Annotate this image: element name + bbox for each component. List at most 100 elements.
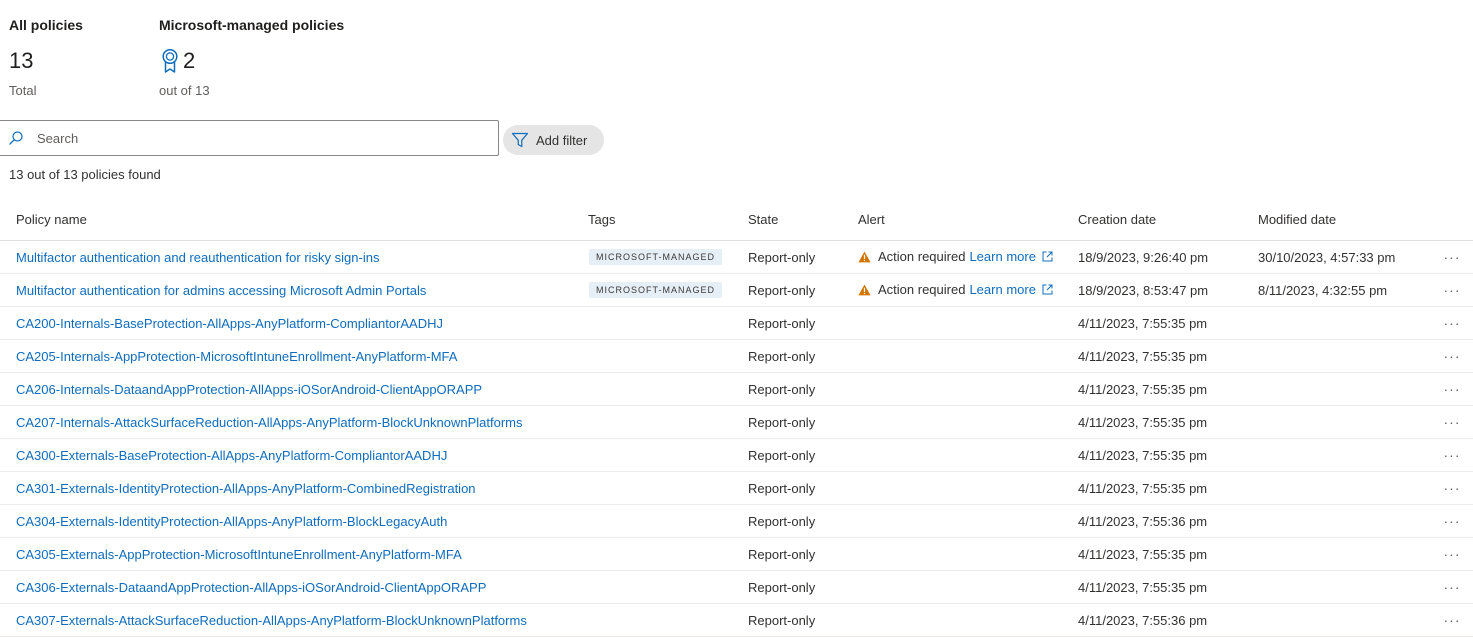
- more-options-icon[interactable]: ···: [1440, 542, 1464, 566]
- policy-name-link[interactable]: CA305-Externals-AppProtection-MicrosoftI…: [16, 547, 462, 562]
- policy-state: Report-only: [748, 481, 816, 496]
- column-header-creation-date[interactable]: Creation date: [1078, 212, 1156, 227]
- policy-state: Report-only: [748, 382, 816, 397]
- more-options-icon[interactable]: ···: [1440, 278, 1464, 302]
- policy-name-link[interactable]: CA300-Externals-BaseProtection-AllApps-A…: [16, 448, 447, 463]
- more-options-icon[interactable]: ···: [1440, 344, 1464, 368]
- modified-date: 30/10/2023, 4:57:33 pm: [1258, 250, 1396, 265]
- creation-date: 4/11/2023, 7:55:36 pm: [1078, 514, 1208, 529]
- more-options-icon[interactable]: ···: [1440, 311, 1464, 335]
- policy-name-link[interactable]: CA307-Externals-AttackSurfaceReduction-A…: [16, 613, 527, 628]
- add-filter-button[interactable]: Add filter: [503, 125, 604, 155]
- policy-name-link[interactable]: CA306-Externals-DataandAppProtection-All…: [16, 580, 486, 595]
- result-count: 13 out of 13 policies found: [9, 167, 161, 182]
- ribbon-badge-icon: [162, 48, 178, 73]
- all-policies-count-row: 13: [9, 47, 33, 75]
- policy-name-link[interactable]: CA205-Internals-AppProtection-MicrosoftI…: [16, 349, 457, 364]
- policy-name-link[interactable]: CA200-Internals-BaseProtection-AllApps-A…: [16, 316, 443, 331]
- modified-date: 8/11/2023, 4:32:55 pm: [1258, 283, 1388, 298]
- creation-date: 4/11/2023, 7:55:35 pm: [1078, 547, 1208, 562]
- policy-state: Report-only: [748, 415, 816, 430]
- creation-date: 4/11/2023, 7:55:35 pm: [1078, 349, 1208, 364]
- more-options-icon[interactable]: ···: [1440, 608, 1464, 632]
- filter-icon: [511, 132, 529, 148]
- table-row[interactable]: CA300-Externals-BaseProtection-AllApps-A…: [0, 439, 1473, 472]
- table-row[interactable]: CA207-Internals-AttackSurfaceReduction-A…: [0, 406, 1473, 439]
- table-row[interactable]: CA301-Externals-IdentityProtection-AllAp…: [0, 472, 1473, 505]
- managed-policies-count: 2: [183, 48, 196, 73]
- table-row[interactable]: CA306-Externals-DataandAppProtection-All…: [0, 571, 1473, 604]
- learn-more-label: Learn more: [969, 249, 1036, 264]
- managed-policies-count-row: 2: [159, 47, 195, 75]
- policy-name-link[interactable]: CA301-Externals-IdentityProtection-AllAp…: [16, 481, 476, 496]
- table-row[interactable]: Multifactor authentication and reauthent…: [0, 241, 1473, 274]
- table-row[interactable]: CA305-Externals-AppProtection-MicrosoftI…: [0, 538, 1473, 571]
- policy-name-link[interactable]: CA206-Internals-DataandAppProtection-All…: [16, 382, 482, 397]
- microsoft-managed-tag: MICROSOFT-MANAGED: [589, 249, 723, 265]
- column-header-tags[interactable]: Tags: [588, 212, 615, 227]
- table-row[interactable]: CA304-Externals-IdentityProtection-AllAp…: [0, 505, 1473, 538]
- policy-name-link[interactable]: CA207-Internals-AttackSurfaceReduction-A…: [16, 415, 523, 430]
- policy-state: Report-only: [748, 613, 816, 628]
- column-header-alert[interactable]: Alert: [858, 212, 885, 227]
- alert-text: Action required: [878, 282, 966, 297]
- all-policies-sub: Total: [9, 83, 37, 98]
- microsoft-managed-tag: MICROSOFT-MANAGED: [589, 282, 723, 298]
- table-row[interactable]: CA205-Internals-AppProtection-MicrosoftI…: [0, 340, 1473, 373]
- warning-icon: [858, 284, 871, 295]
- creation-date: 4/11/2023, 7:55:35 pm: [1078, 448, 1208, 463]
- managed-policies-title: Microsoft-managed policies: [159, 17, 345, 33]
- learn-more-link[interactable]: Learn more: [969, 249, 1053, 264]
- policy-alert: Action required Learn more: [858, 249, 1053, 264]
- creation-date: 4/11/2023, 7:55:35 pm: [1078, 481, 1208, 496]
- table-row[interactable]: CA307-Externals-AttackSurfaceReduction-A…: [0, 604, 1473, 637]
- add-filter-label: Add filter: [536, 132, 588, 148]
- all-policies-count: 13: [9, 48, 34, 73]
- table-row[interactable]: CA200-Internals-BaseProtection-AllApps-A…: [0, 307, 1473, 340]
- all-policies-title: All policies: [9, 17, 83, 33]
- policy-name-link[interactable]: Multifactor authentication and reauthent…: [16, 250, 379, 265]
- creation-date: 4/11/2023, 7:55:35 pm: [1078, 415, 1208, 430]
- search-icon: [9, 131, 23, 145]
- policy-state: Report-only: [748, 250, 816, 265]
- creation-date: 4/11/2023, 7:55:35 pm: [1078, 316, 1208, 331]
- policy-state: Report-only: [748, 448, 816, 463]
- policy-state: Report-only: [748, 514, 816, 529]
- table-body: Multifactor authentication and reauthent…: [0, 241, 1473, 637]
- column-header-modified-date[interactable]: Modified date: [1258, 212, 1336, 227]
- policy-state: Report-only: [748, 316, 816, 331]
- learn-more-label: Learn more: [969, 282, 1036, 297]
- policy-state: Report-only: [748, 547, 816, 562]
- policy-state: Report-only: [748, 580, 816, 595]
- column-header-policy-name[interactable]: Policy name: [16, 212, 87, 227]
- more-options-icon[interactable]: ···: [1440, 245, 1464, 269]
- creation-date: 4/11/2023, 7:55:36 pm: [1078, 613, 1208, 628]
- alert-text: Action required: [878, 249, 966, 264]
- more-options-icon[interactable]: ···: [1440, 575, 1464, 599]
- table-row[interactable]: Multifactor authentication for admins ac…: [0, 274, 1473, 307]
- column-header-state[interactable]: State: [748, 212, 778, 227]
- creation-date: 18/9/2023, 9:26:40 pm: [1078, 250, 1209, 265]
- creation-date: 4/11/2023, 7:55:35 pm: [1078, 382, 1208, 397]
- external-link-icon: [1042, 251, 1053, 262]
- policy-name-link[interactable]: CA304-Externals-IdentityProtection-AllAp…: [16, 514, 447, 529]
- creation-date: 4/11/2023, 7:55:35 pm: [1078, 580, 1208, 595]
- more-options-icon[interactable]: ···: [1440, 476, 1464, 500]
- managed-policies-sub: out of 13: [159, 83, 210, 98]
- table-row[interactable]: CA206-Internals-DataandAppProtection-All…: [0, 373, 1473, 406]
- more-options-icon[interactable]: ···: [1440, 509, 1464, 533]
- warning-icon: [858, 251, 871, 262]
- external-link-icon: [1042, 284, 1053, 295]
- policy-alert: Action required Learn more: [858, 282, 1053, 297]
- learn-more-link[interactable]: Learn more: [969, 282, 1053, 297]
- more-options-icon[interactable]: ···: [1440, 443, 1464, 467]
- policy-state: Report-only: [748, 283, 816, 298]
- search-box[interactable]: [0, 120, 499, 156]
- more-options-icon[interactable]: ···: [1440, 410, 1464, 434]
- more-options-icon[interactable]: ···: [1440, 377, 1464, 401]
- policies-table: Policy name Tags State Alert Creation da…: [0, 200, 1473, 637]
- creation-date: 18/9/2023, 8:53:47 pm: [1078, 283, 1209, 298]
- policy-state: Report-only: [748, 349, 816, 364]
- policy-name-link[interactable]: Multifactor authentication for admins ac…: [16, 283, 426, 298]
- search-input[interactable]: [37, 130, 477, 146]
